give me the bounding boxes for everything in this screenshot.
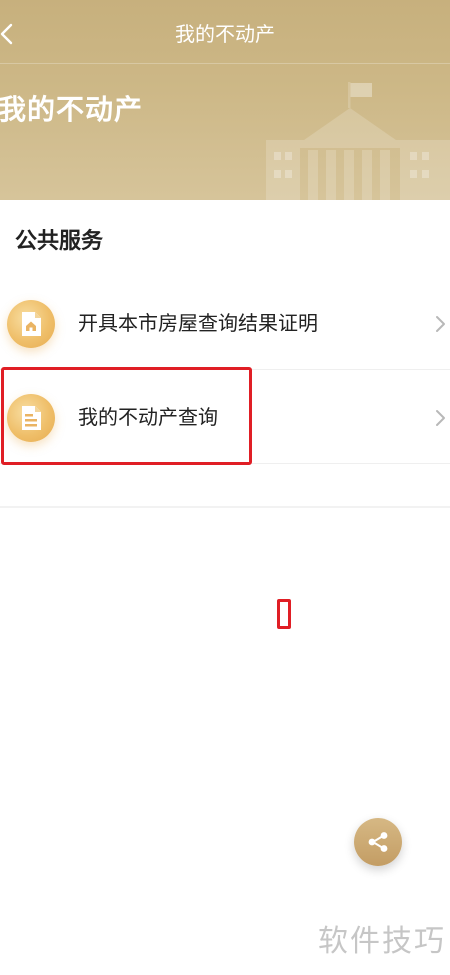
section-divider [0, 506, 450, 508]
section-title: 公共服务 [15, 229, 104, 254]
banner-title: 我的不动产 [0, 93, 144, 126]
item-label: 开具本市房屋查询结果证明 [78, 311, 318, 335]
share-button[interactable] [354, 818, 402, 866]
highlight-annotation-marker [277, 599, 291, 629]
document-icon [22, 406, 41, 430]
item-label: 我的不动产查询 [78, 405, 218, 429]
share-icon [368, 832, 388, 852]
page-title: 我的不动产 [175, 22, 275, 46]
item-icon-badge [7, 394, 55, 442]
app-screen: 我的不动产 我的不动产 公共服务 开具本市房屋查询结果证明 我的不动产查询 软件… [0, 0, 450, 975]
list-divider [0, 369, 450, 370]
header-banner: 我的不动产 我的不动产 [0, 0, 450, 200]
service-item-house-query-certificate[interactable]: 开具本市房屋查询结果证明 [0, 278, 450, 370]
watermark-text: 软件技巧 [318, 924, 446, 959]
chevron-right-icon [436, 410, 445, 426]
house-document-icon [22, 312, 41, 336]
government-building-icon [266, 82, 450, 200]
service-item-my-property-query[interactable]: 我的不动产查询 [0, 372, 450, 464]
list-divider [0, 463, 450, 464]
navbar: 我的不动产 [0, 0, 450, 66]
navbar-divider [0, 63, 450, 64]
item-icon-badge [7, 300, 55, 348]
chevron-right-icon [436, 316, 445, 332]
